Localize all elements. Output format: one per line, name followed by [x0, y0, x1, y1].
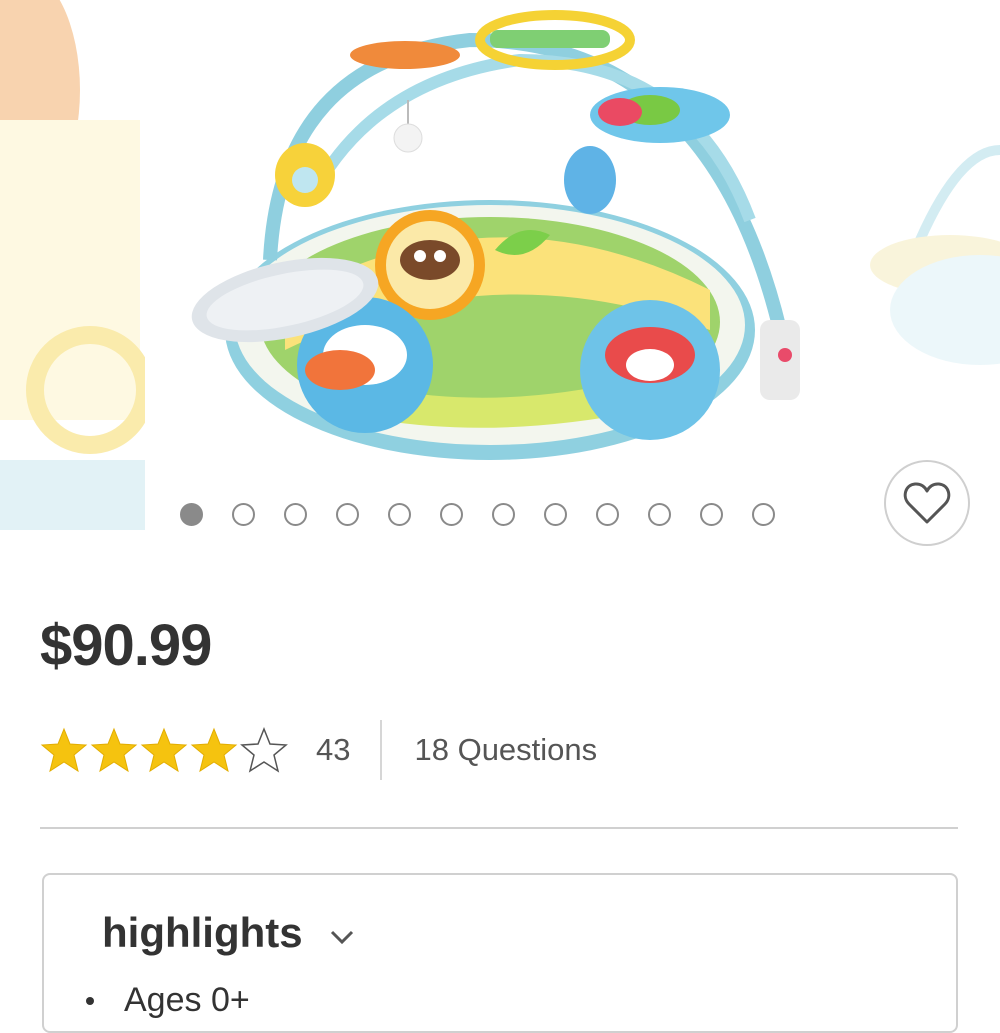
carousel-dot-7[interactable] — [492, 503, 515, 526]
carousel-dot-10[interactable] — [648, 503, 671, 526]
carousel-dot-4[interactable] — [336, 503, 359, 526]
product-image[interactable] — [190, 0, 810, 480]
carousel-dot-12[interactable] — [752, 503, 775, 526]
divider — [380, 720, 383, 780]
product-price: $90.99 — [40, 613, 212, 678]
star-filled-icon — [90, 727, 138, 773]
star-filled-icon — [140, 727, 188, 773]
questions-link[interactable]: 18 Questions — [414, 732, 597, 768]
carousel-dot-11[interactable] — [700, 503, 723, 526]
star-empty-icon — [240, 727, 288, 773]
carousel-pagination — [180, 503, 775, 526]
carousel-dot-5[interactable] — [388, 503, 411, 526]
carousel-dot-1[interactable] — [180, 503, 203, 526]
highlights-header[interactable]: highlights — [102, 909, 355, 957]
carousel-dot-6[interactable] — [440, 503, 463, 526]
chevron-down-icon — [330, 930, 353, 945]
highlights-title: highlights — [102, 909, 303, 956]
product-image-carousel[interactable] — [0, 0, 1000, 550]
highlight-item-text: Ages 0+ — [124, 981, 250, 1019]
favorite-button[interactable] — [884, 460, 970, 546]
previous-product-image[interactable] — [0, 0, 145, 545]
carousel-dot-3[interactable] — [284, 503, 307, 526]
heart-outline-icon — [903, 482, 951, 524]
star-filled-icon — [190, 727, 238, 773]
star-filled-icon — [40, 727, 88, 773]
carousel-dot-8[interactable] — [544, 503, 567, 526]
highlights-section[interactable]: highlights Ages 0+ — [42, 873, 958, 1033]
highlight-item: Ages 0+ — [86, 981, 250, 1020]
carousel-dot-9[interactable] — [596, 503, 619, 526]
rating-row: 43 18 Questions — [40, 720, 597, 780]
review-count[interactable]: 43 — [316, 732, 350, 768]
star-rating[interactable] — [40, 727, 288, 773]
carousel-dot-2[interactable] — [232, 503, 255, 526]
section-divider — [40, 827, 958, 829]
